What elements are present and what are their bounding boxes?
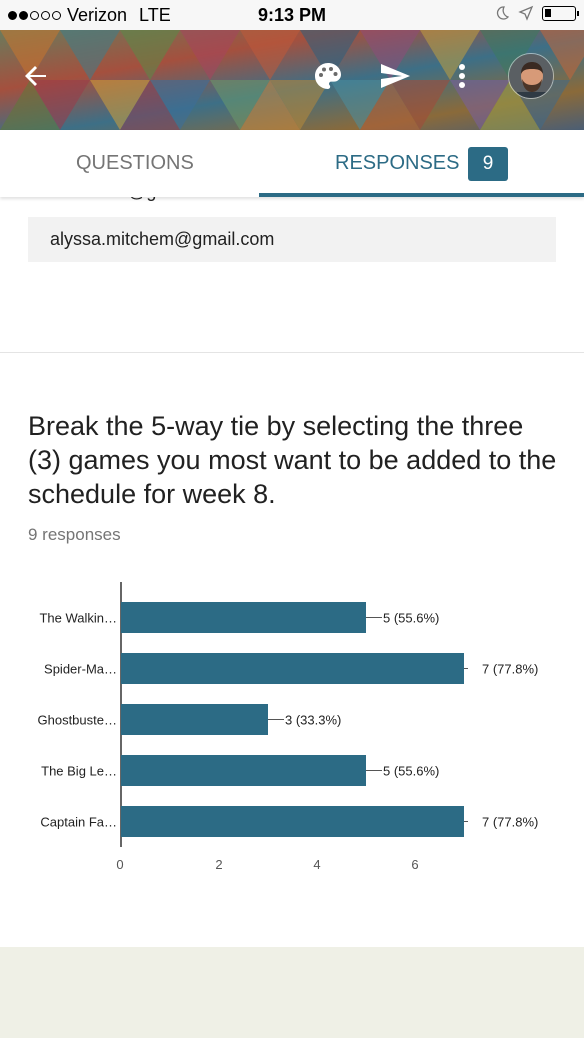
responses-card: drkilnee 1@gmail.com alyssa.mitchem@gmai… [0, 181, 584, 947]
tab-responses[interactable]: RESPONSES [335, 130, 459, 197]
email-response-item: alyssa.mitchem@gmail.com [28, 217, 556, 262]
question-title: Break the 5-way tie by selecting the thr… [28, 411, 557, 509]
status-bar: Verizon LTE 9:13 PM [0, 0, 584, 30]
email-response-text: alyssa.mitchem@gmail.com [50, 229, 275, 249]
responses-bar-chart: The Walkin… 5 (55.6%) Spider-Ma… 7 (77.8%) G… [38, 582, 538, 872]
form-header [0, 30, 584, 130]
chart-bar [121, 755, 366, 786]
chart-x-tick-label: 6 [411, 857, 418, 872]
tab-bar: QUESTIONS RESPONSES 9 [0, 130, 584, 197]
arrow-back-icon[interactable] [20, 60, 52, 92]
battery-icon [542, 5, 579, 21]
question-response-count: 9 responses [28, 525, 121, 544]
chart-data-label: 3 (33.3%) [285, 713, 341, 728]
chart-category-label: Spider-Ma… [44, 662, 117, 677]
chart-category-label: Captain Fa… [40, 815, 117, 830]
chart-bar [121, 602, 366, 633]
section-divider [0, 352, 584, 353]
chart-data-label: 7 (77.8%) [482, 662, 538, 677]
chart-data-label: 5 (55.6%) [383, 611, 439, 626]
chart-data-label: 7 (77.8%) [482, 815, 538, 830]
avatar[interactable] [508, 53, 554, 99]
chart-x-tick-label: 4 [313, 857, 320, 872]
send-icon[interactable] [378, 60, 412, 92]
chart-x-tick-label: 0 [116, 857, 123, 872]
responses-count-badge: 9 [468, 147, 508, 181]
chart-bar [121, 653, 464, 684]
moon-icon [496, 6, 510, 20]
chart-bar [121, 806, 464, 837]
chart-bar [121, 704, 268, 735]
chart-category-label: Ghostbuste… [38, 713, 118, 728]
chart-category-label: The Big Le… [41, 764, 117, 779]
chart-data-label: 5 (55.6%) [383, 764, 439, 779]
chart-x-tick-label: 2 [215, 857, 222, 872]
palette-icon[interactable] [312, 60, 344, 92]
location-arrow-icon [518, 5, 534, 21]
footer-background [0, 947, 584, 1038]
header-pattern [0, 30, 584, 130]
tab-questions[interactable]: QUESTIONS [76, 130, 194, 197]
chart-category-label: The Walkin… [39, 611, 117, 626]
more-vert-icon[interactable] [450, 60, 474, 92]
active-tab-indicator [259, 193, 584, 197]
